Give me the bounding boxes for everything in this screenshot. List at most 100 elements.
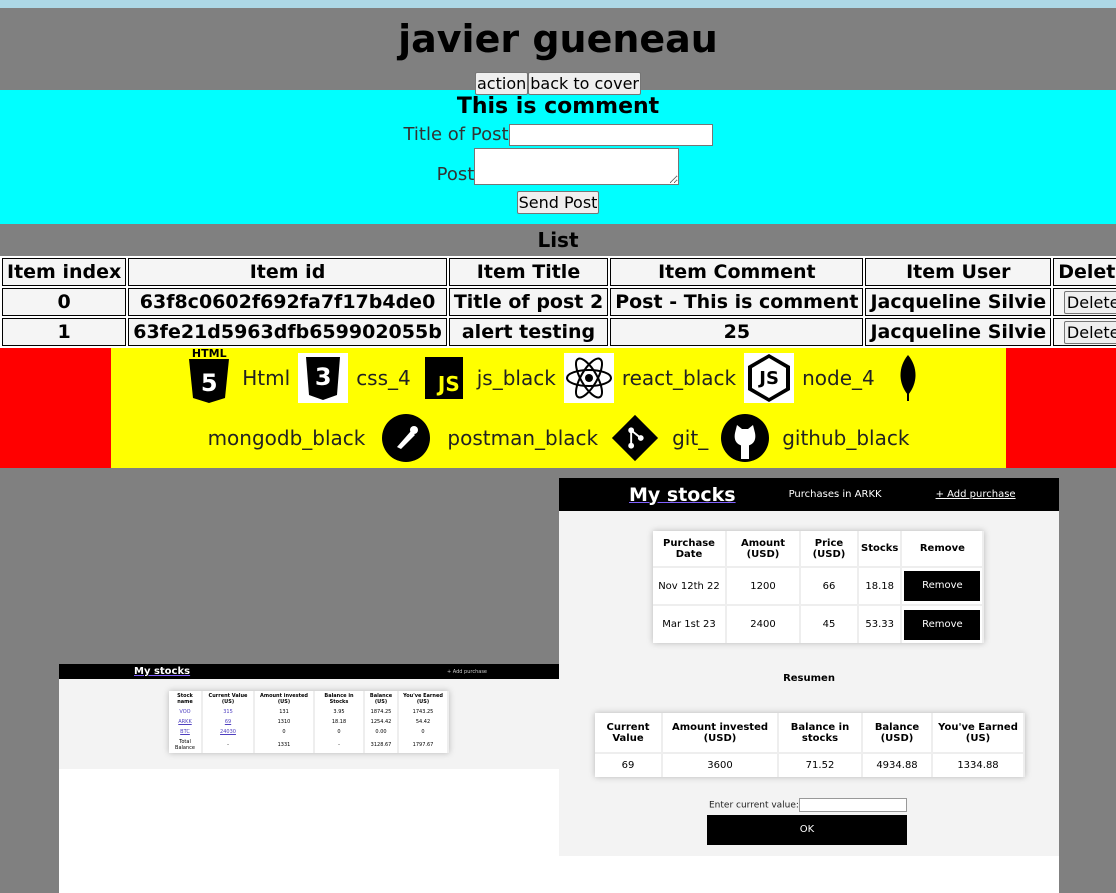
summary-col: Balance in stocks — [778, 713, 863, 753]
postman-icon — [381, 413, 431, 463]
delete-button[interactable]: Delete — [1063, 320, 1116, 344]
current-value-label: Enter current value: — [709, 800, 799, 811]
delete-button[interactable]: Delete — [1063, 290, 1116, 314]
tech-row-2: mongodb_black postman_black git_ github_… — [111, 408, 1006, 468]
purchase-amount: 1200 — [726, 567, 801, 605]
table-row: Total Balance - 1331 - 3128.67 1797.67 — [169, 737, 449, 753]
send-post-button[interactable]: Send Post — [516, 191, 600, 214]
tech-section: HTML 5 Html 3 css_4 JS js_black react_bl… — [0, 347, 1116, 468]
purchase-remove-cell: Remove — [901, 567, 985, 605]
purchase-price: 66 — [800, 567, 859, 605]
mongodb-label: mongodb_black — [207, 426, 366, 450]
table-row: 1 63fe21d5963dfb659902055b alert testing… — [2, 318, 1116, 346]
shot1-header-row: Stock name Current Value (US) Amount inv… — [169, 691, 449, 707]
cell-title: Title of post 2 — [448, 288, 609, 316]
summary-table: Current Value Amount invested (USD) Bala… — [595, 713, 1025, 777]
git-icon — [610, 413, 660, 463]
shot2-body: Purchase Date Amount (USD) Price (USD) S… — [559, 511, 1059, 856]
col-item-user: Item User — [865, 258, 1052, 286]
items-table: Item index Item id Item Title Item Comme… — [0, 256, 1116, 348]
remove-button: Remove — [904, 571, 981, 601]
purchase-remove-cell: Remove — [901, 605, 985, 643]
js-label: js_black — [476, 366, 556, 390]
title-row: Title of Post — [0, 124, 1116, 146]
purchases-col: Amount (USD) — [726, 531, 801, 567]
table-header-row: Item index Item id Item Title Item Comme… — [2, 258, 1116, 286]
purchases-col: Stocks — [858, 531, 903, 567]
html5-icon: HTML 5 — [184, 347, 234, 403]
purchase-stocks: 53.33 — [858, 605, 903, 643]
shot1-add-link: + Add purchase — [447, 668, 487, 675]
top-strip — [0, 0, 1116, 8]
table-row: VOO 315 131 3.95 1874.25 1743.25 — [169, 707, 449, 717]
cell-user: Jacqueline Silvie — [865, 288, 1052, 316]
ok-button: OK — [707, 815, 907, 845]
mongodb-icon — [883, 353, 933, 403]
cell-comment: Post - This is comment — [610, 288, 864, 316]
purchases-col: Purchase Date — [653, 531, 727, 567]
post-label: Post — [436, 164, 475, 185]
cell-title: alert testing — [448, 318, 609, 346]
post-row: Post — [0, 148, 1116, 185]
html5-glyph: 5 — [200, 369, 218, 397]
shot1-col: Amount invested (US) — [254, 691, 315, 707]
shot2-title: My stocks — [629, 483, 736, 506]
html5-badge-text: HTML — [191, 347, 227, 360]
shot1-cell: 0 — [314, 727, 365, 737]
js-glyph: JS — [424, 357, 463, 399]
shot1-col: Stock name — [169, 691, 203, 707]
shot1-cell: 1874.25 — [364, 707, 399, 717]
shot1-cell: 131 — [254, 707, 315, 717]
summary-cell: 69 — [595, 753, 663, 777]
shot1-cell: VOO — [169, 707, 203, 717]
purchase-date: Nov 12th 22 — [653, 567, 727, 605]
shot1-col: Balance in Stocks — [314, 691, 365, 707]
cell-comment: 25 — [610, 318, 864, 346]
remove-button: Remove — [904, 609, 981, 640]
summary-cell: 3600 — [662, 753, 779, 777]
github-label: github_black — [782, 426, 910, 450]
col-item-id: Item id — [128, 258, 447, 286]
cell-id: 63fe21d5963dfb659902055b — [128, 318, 447, 346]
purchases-col: Remove — [901, 531, 985, 567]
git-label: git_ — [672, 426, 709, 450]
shot1-cell: 1797.67 — [398, 737, 449, 753]
css3-icon: 3 — [298, 353, 349, 403]
shot1-cell: ARKK — [169, 717, 203, 727]
summary-col: Amount invested (USD) — [662, 713, 779, 753]
col-item-index: Item index — [2, 258, 127, 286]
comment-form: This is comment Title of Post Post Send … — [0, 90, 1116, 224]
title-label: Title of Post — [403, 124, 509, 145]
title-input[interactable] — [508, 124, 713, 146]
shot1-cell: 0 — [398, 727, 449, 737]
shot2-subtitle: Purchases in ARKK — [788, 489, 882, 500]
table-row: BTC 24030 0 0 0.00 0 — [169, 727, 449, 737]
node-label: node_4 — [802, 366, 875, 390]
purchase-date: Mar 1st 23 — [653, 605, 727, 643]
shot1-cell: 0.00 — [364, 727, 399, 737]
shot2-navbar: My stocks Purchases in ARKK + Add purcha… — [559, 478, 1059, 511]
shot2-add-link: + Add purchase — [935, 489, 1016, 500]
col-item-comment: Item Comment — [610, 258, 864, 286]
shot1-cell: 69 — [202, 717, 255, 727]
shot1-cell: BTC — [169, 727, 203, 737]
cell-user: Jacqueline Silvie — [865, 318, 1052, 346]
current-value-input — [798, 798, 907, 812]
cell-index: 0 — [2, 288, 127, 316]
shot1-cell: 1331 — [254, 737, 315, 753]
purchases-col: Price (USD) — [800, 531, 859, 567]
shot1-title: My stocks — [134, 666, 191, 677]
summary-cell: 4934.88 — [862, 753, 933, 777]
table-row: Mar 1st 23 2400 45 53.33 Remove — [653, 605, 985, 643]
post-textarea[interactable] — [474, 148, 680, 185]
purchases-table: Purchase Date Amount (USD) Price (USD) S… — [653, 531, 985, 643]
shot1-cell: 3.95 — [314, 707, 365, 717]
css-label: css_4 — [356, 366, 411, 390]
cell-delete: Delete — [1053, 288, 1116, 316]
shot1-cell: - — [314, 737, 365, 753]
shot1-cell: Total Balance — [169, 737, 203, 753]
shot1-col: Current Value (US) — [202, 691, 255, 707]
list-section: List Item index Item id Item Title Item … — [0, 224, 1116, 348]
table-row: 0 63f8c0602f692fa7f17b4de0 Title of post… — [2, 288, 1116, 316]
cell-delete: Delete — [1053, 318, 1116, 346]
